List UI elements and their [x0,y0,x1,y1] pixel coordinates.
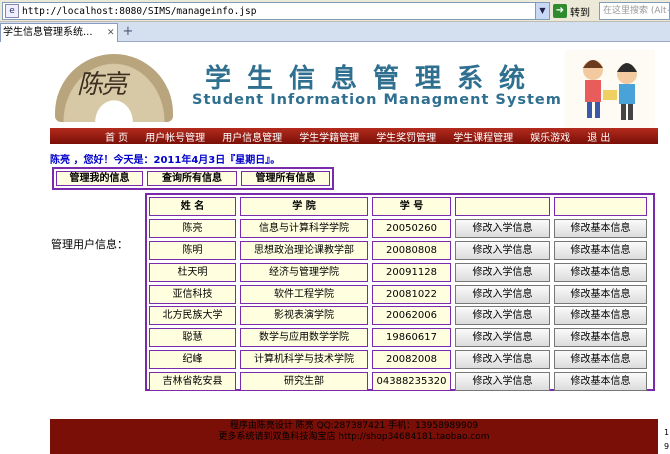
cell-name: 亚信科技 [149,284,236,304]
table-header-row: 姓 名 学 院 学 号 [149,197,651,216]
tab-query-all-info[interactable]: 查询所有信息 [147,171,237,186]
nav-logout[interactable]: 退 出 [587,129,610,144]
browser-tab-bar: 学生信息管理系统... ✕ + [0,22,670,42]
greeting-text: 陈亮 ，您好！今天是：2011年4月3日『星期日』。 [50,155,281,166]
cell-student-id: 20081022 [372,284,451,304]
nav-home[interactable]: 首 页 [105,129,128,144]
nav-account-manage[interactable]: 用户帐号管理 [145,129,205,144]
edit-admission-button[interactable]: 修改入学信息 [455,284,550,304]
browser-tab[interactable]: 学生信息管理系统... ✕ [0,23,118,42]
header-blank-1 [455,197,550,216]
close-icon[interactable]: ✕ [107,29,116,38]
cell-name: 陈亮 [149,218,236,238]
url-input[interactable]: e http://localhost:8080/SIMS/manageinfo.… [2,2,550,20]
header-student-id: 学 号 [372,197,451,216]
go-label: 转到 [570,7,590,19]
cell-student-id: 20082008 [372,350,451,370]
header-name: 姓 名 [149,197,236,216]
footer-shop-link[interactable]: 更多系统请到双鱼科技淘宝店 http://shop34684181.taobao… [50,432,658,443]
cell-college: 经济与管理学院 [240,262,368,282]
url-text: http://localhost:8080/SIMS/manageinfo.js… [22,5,257,17]
cell-college: 影视表演学院 [240,306,368,326]
nav-games[interactable]: 娱乐游戏 [530,129,570,144]
edit-admission-button[interactable]: 修改入学信息 [455,262,550,282]
edit-basic-info-button[interactable]: 修改基本信息 [554,240,647,260]
side-label: 管理用户信息： [51,238,128,251]
cell-name: 纪峰 [149,350,236,370]
kids-illustration [565,50,655,128]
edit-admission-button[interactable]: 修改入学信息 [455,218,550,238]
tab-manage-all-info[interactable]: 管理所有信息 [241,171,330,186]
edge-numbers: 1 9 [664,426,669,454]
go-button[interactable]: ➜ 转到 [553,2,597,20]
cell-student-id: 20062006 [372,306,451,326]
nav-course-manage[interactable]: 学生课程管理 [453,129,513,144]
cell-student-id: 20050260 [372,218,451,238]
cell-college: 研究生部 [240,372,368,392]
tab-manage-my-info[interactable]: 管理我的信息 [56,171,143,186]
table-row: 吉林省乾安县 研究生部 04388235320 修改入学信息 修改基本信息 [149,372,651,392]
nav-user-info-manage[interactable]: 用户信息管理 [222,129,282,144]
edit-basic-info-button[interactable]: 修改基本信息 [554,284,647,304]
footer-credits: 程序由陈亮设计 陈亮 QQ:287387421 手机：13958989909 [229,421,479,431]
nav-student-status-manage[interactable]: 学生学籍管理 [299,129,359,144]
cell-name: 吉林省乾安县 [149,372,236,392]
site-banner: 陈亮 学生信息管理系统 Student Information Managmen… [50,50,658,128]
site-title-cn: 学生信息管理系统 [205,64,542,94]
edit-basic-info-button[interactable]: 修改基本信息 [554,350,647,370]
cell-college: 软件工程学院 [240,284,368,304]
cell-college: 计算机科学与技术学院 [240,350,368,370]
cell-student-id: 20091128 [372,262,451,282]
cell-name: 陈明 [149,240,236,260]
manage-tabs: 管理我的信息 查询所有信息 管理所有信息 [52,167,334,190]
edge-number: 1 [664,428,670,437]
logo-calligraphy: 陈亮 [77,70,127,100]
site-title-en: Student Information Managment System [192,92,562,108]
edit-basic-info-button[interactable]: 修改基本信息 [554,372,647,392]
fan-logo: 陈亮 [55,54,173,122]
edit-admission-button[interactable]: 修改入学信息 [455,328,550,348]
main-nav: 首 页 用户帐号管理 用户信息管理 学生学籍管理 学生奖罚管理 学生课程管理 娱… [50,128,658,144]
edit-admission-button[interactable]: 修改入学信息 [455,372,550,392]
cell-name: 聪慧 [149,328,236,348]
edit-admission-button[interactable]: 修改入学信息 [455,240,550,260]
edit-basic-info-button[interactable]: 修改基本信息 [554,218,647,238]
tab-title: 学生信息管理系统... [3,27,93,38]
cell-name: 北方民族大学 [149,306,236,326]
cell-college: 思想政治理论课教学部 [240,240,368,260]
address-bar: e http://localhost:8080/SIMS/manageinfo.… [0,0,670,22]
page-icon: e [5,4,19,18]
table-row: 北方民族大学 影视表演学院 20062006 修改入学信息 修改基本信息 [149,306,651,326]
edit-basic-info-button[interactable]: 修改基本信息 [554,328,647,348]
table-row: 陈明 思想政治理论课教学部 20080808 修改入学信息 修改基本信息 [149,240,651,260]
table-row: 纪峰 计算机科学与技术学院 20082008 修改入学信息 修改基本信息 [149,350,651,370]
edit-basic-info-button[interactable]: 修改基本信息 [554,262,647,282]
table-row: 聪慧 数学与应用数学学院 19860617 修改入学信息 修改基本信息 [149,328,651,348]
user-info-table: 姓 名 学 院 学 号 陈亮 信息与计算科学学院 20050260 修改入学信息… [145,193,655,392]
header-college: 学 院 [240,197,368,216]
table-row: 陈亮 信息与计算科学学院 20050260 修改入学信息 修改基本信息 [149,218,651,238]
new-tab-icon[interactable]: + [121,25,135,39]
search-input[interactable]: 在这里搜索 (Alt+ [599,2,670,20]
table-row: 杜天明 经济与管理学院 20091128 修改入学信息 修改基本信息 [149,262,651,282]
edit-admission-button[interactable]: 修改入学信息 [455,306,550,326]
cell-name: 杜天明 [149,262,236,282]
edit-admission-button[interactable]: 修改入学信息 [455,350,550,370]
chevron-down-icon[interactable]: ▼ [535,3,549,19]
site-footer: 程序由陈亮设计 陈亮 QQ:287387421 手机：13958989909 更… [50,419,658,454]
edge-number: 9 [664,442,670,451]
cell-student-id: 19860617 [372,328,451,348]
nav-reward-punish-manage[interactable]: 学生奖罚管理 [376,129,436,144]
cell-college: 信息与计算科学学院 [240,218,368,238]
header-blank-2 [554,197,647,216]
go-arrow-icon: ➜ [553,4,567,18]
edit-basic-info-button[interactable]: 修改基本信息 [554,306,647,326]
cell-student-id: 04388235320 [372,372,451,392]
cell-student-id: 20080808 [372,240,451,260]
cell-college: 数学与应用数学学院 [240,328,368,348]
table-row: 亚信科技 软件工程学院 20081022 修改入学信息 修改基本信息 [149,284,651,304]
